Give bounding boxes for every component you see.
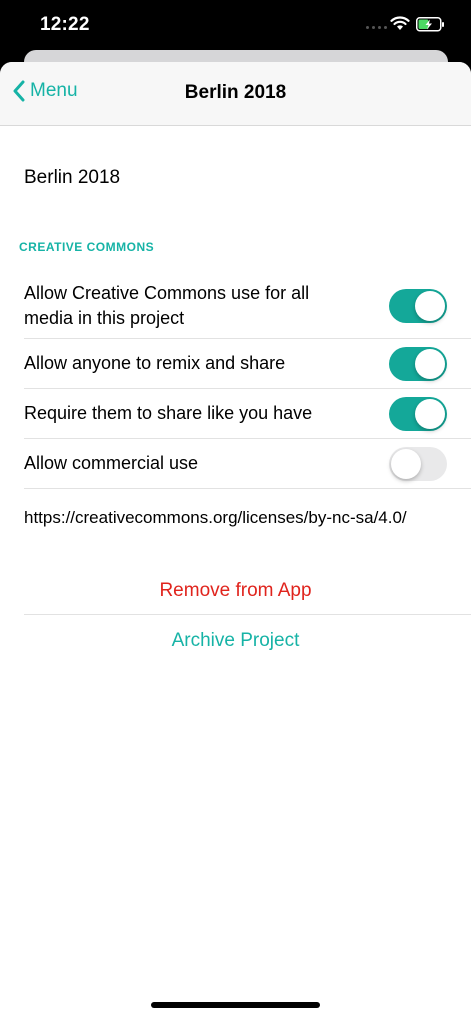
wifi-icon bbox=[390, 16, 410, 30]
setting-label: Allow anyone to remix and share bbox=[24, 353, 286, 373]
home-indicator[interactable] bbox=[151, 1002, 320, 1008]
cellular-signal-icon bbox=[366, 26, 387, 29]
allow-cc-toggle[interactable] bbox=[389, 289, 447, 323]
setting-row-commercial-use: Allow commercial use bbox=[24, 439, 471, 489]
setting-row-allow-cc: Allow Creative Commons use for all media… bbox=[24, 274, 471, 339]
remix-share-toggle[interactable] bbox=[389, 346, 447, 381]
commercial-use-toggle[interactable] bbox=[389, 446, 447, 481]
setting-row-remix-share: Allow anyone to remix and share bbox=[24, 339, 471, 389]
archive-project-button[interactable]: Archive Project bbox=[0, 630, 471, 652]
status-time: 12:22 bbox=[40, 14, 90, 35]
navigation-bar: Menu Berlin 2018 bbox=[0, 62, 471, 126]
license-url[interactable]: https://creativecommons.org/licenses/by-… bbox=[24, 508, 407, 528]
setting-label: Require them to share like you have bbox=[24, 403, 313, 423]
section-header-creative-commons: CREATIVE COMMONS bbox=[19, 240, 155, 254]
status-bar: 12:22 bbox=[0, 0, 471, 50]
page-title: Berlin 2018 bbox=[184, 82, 287, 103]
setting-row-share-alike: Require them to share like you have bbox=[24, 389, 471, 439]
project-name-field[interactable]: Berlin 2018 bbox=[24, 167, 120, 189]
battery-charging-icon bbox=[416, 17, 444, 32]
setting-label: Allow commercial use bbox=[24, 453, 199, 473]
remove-from-app-button[interactable]: Remove from App bbox=[0, 580, 471, 602]
setting-label: Allow Creative Commons use for all media… bbox=[24, 283, 310, 328]
project-settings-sheet: Menu Berlin 2018 Berlin 2018 CREATIVE CO… bbox=[0, 62, 471, 1019]
share-alike-toggle[interactable] bbox=[389, 396, 447, 431]
creative-commons-settings: Allow Creative Commons use for all media… bbox=[24, 274, 471, 489]
divider bbox=[24, 614, 471, 615]
